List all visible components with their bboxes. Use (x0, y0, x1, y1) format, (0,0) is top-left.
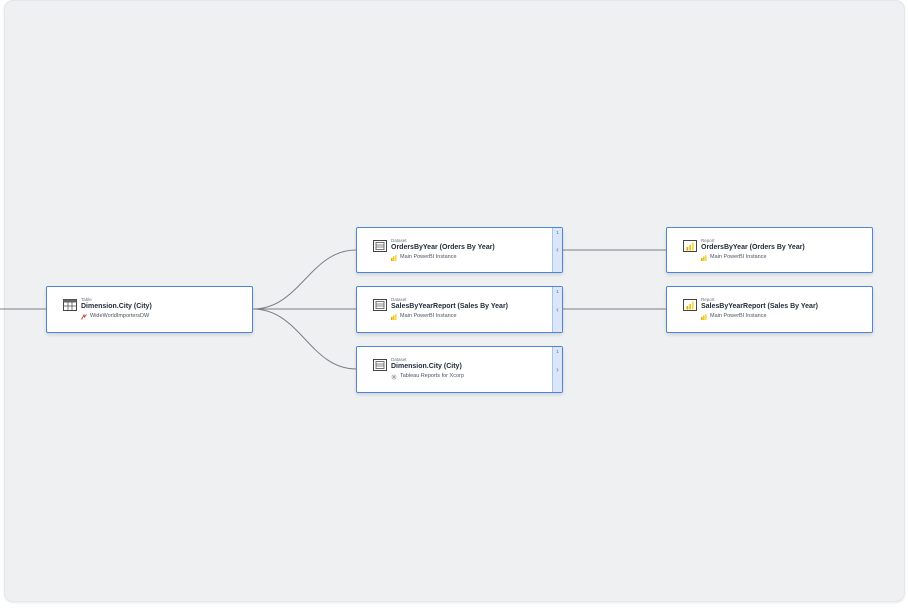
chevron-right-icon: › (556, 364, 559, 374)
dataset-icon (373, 239, 387, 252)
expand-upstream-toggle[interactable]: 1 ‹ (552, 287, 562, 332)
tableau-icon (391, 373, 397, 380)
node-type: Dataset (391, 238, 407, 243)
node-type: Report (701, 297, 715, 302)
node-type: Dataset (391, 357, 407, 362)
node-name: Dimension.City (City) (391, 363, 462, 370)
node-name: OrdersByYear (Orders By Year) (391, 244, 495, 251)
powerbi-icon (701, 254, 707, 261)
node-platform: Tableau Reports for Xcorp (391, 373, 464, 380)
lineage-count: 1 (556, 289, 559, 294)
table-icon (63, 298, 77, 311)
report-icon (683, 298, 697, 311)
node-dataset-ordersbyyear[interactable]: Dataset OrdersByYear (Orders By Year) Ma… (356, 227, 563, 273)
node-name: SalesByYearReport (Sales By Year) (391, 303, 508, 310)
node-dataset-dimension-city[interactable]: Dataset Dimension.City (City) Tableau Re… (356, 346, 563, 393)
lineage-count: 1 (556, 230, 559, 235)
dataset-icon (373, 298, 387, 311)
expand-upstream-toggle[interactable]: 1 ‹ (552, 228, 562, 272)
node-name: SalesByYearReport (Sales By Year) (701, 303, 818, 310)
node-report-salesbyyearreport[interactable]: Report SalesByYearReport (Sales By Year)… (666, 286, 873, 333)
dataset-icon (373, 358, 387, 371)
node-type: Dataset (391, 297, 407, 302)
report-icon (683, 239, 697, 252)
node-platform-label: Main PowerBI Instance (710, 254, 767, 260)
powerbi-icon (391, 254, 397, 261)
node-platform: Main PowerBI Instance (701, 313, 767, 320)
node-platform: Main PowerBI Instance (701, 254, 767, 261)
node-dataset-salesbyyearreport[interactable]: Dataset SalesByYearReport (Sales By Year… (356, 286, 563, 333)
node-name: OrdersByYear (Orders By Year) (701, 244, 805, 251)
node-platform-label: WideWorldImportersDW (90, 313, 150, 319)
node-platform-label: Main PowerBI Instance (710, 313, 767, 319)
node-platform: Main PowerBI Instance (391, 254, 457, 261)
sql-server-icon (81, 313, 87, 320)
node-platform-label: Main PowerBI Instance (400, 254, 457, 260)
expand-downstream-toggle[interactable]: 1 › (552, 347, 562, 392)
chevron-left-icon: ‹ (556, 304, 559, 314)
node-type: Table (81, 297, 92, 302)
node-source-table[interactable]: Table Dimension.City (City) WideWorldImp… (46, 286, 253, 333)
node-report-ordersbyyear[interactable]: Report OrdersByYear (Orders By Year) Mai… (666, 227, 873, 273)
node-type: Report (701, 238, 715, 243)
node-platform-label: Tableau Reports for Xcorp (400, 373, 464, 379)
node-platform-label: Main PowerBI Instance (400, 313, 457, 319)
node-name: Dimension.City (City) (81, 303, 152, 310)
node-platform: WideWorldImportersDW (81, 313, 149, 320)
powerbi-icon (701, 313, 707, 320)
node-platform: Main PowerBI Instance (391, 313, 457, 320)
powerbi-icon (391, 313, 397, 320)
lineage-count: 1 (556, 349, 559, 354)
chevron-left-icon: ‹ (556, 245, 559, 254)
